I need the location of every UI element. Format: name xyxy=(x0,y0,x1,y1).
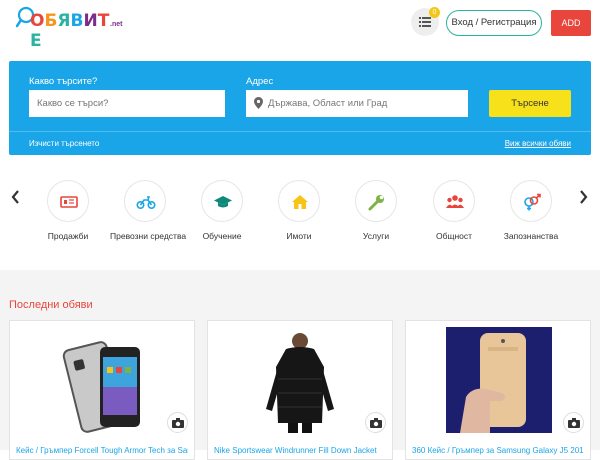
category-icon-wrap xyxy=(355,180,397,222)
listing-title[interactable]: Nike Sportswear Windrunner Fill Down Jac… xyxy=(214,446,386,455)
listing-image xyxy=(50,327,156,433)
panel-divider xyxy=(9,131,591,132)
login-register-button[interactable]: Вход / Регистрация xyxy=(446,10,542,36)
phone-case-photo[interactable] xyxy=(50,327,156,433)
category-community[interactable]: Общност xyxy=(419,180,489,241)
category-dating[interactable]: Запознанства xyxy=(496,180,566,241)
categories-next-arrow[interactable] xyxy=(579,190,588,209)
category-vehicles[interactable]: Превозни средства xyxy=(110,180,187,241)
camera-icon xyxy=(370,418,382,428)
what-search-input[interactable] xyxy=(29,90,225,117)
category-label: Имоти xyxy=(286,231,312,241)
category-icon-wrap xyxy=(433,180,475,222)
logo-text: ОБЯВИТ Е xyxy=(30,11,116,51)
listing-card[interactable]: Nike Sportswear Windrunner Fill Down Jac… xyxy=(207,320,393,460)
search-button[interactable]: Търсене xyxy=(489,90,571,117)
house-icon xyxy=(292,195,308,209)
address-input[interactable]: Държава, Област или Град xyxy=(246,90,468,117)
logo-letter: В xyxy=(70,11,84,31)
category-education[interactable]: Обучение xyxy=(187,180,257,241)
sale-tag-icon xyxy=(60,196,78,208)
listing-image xyxy=(446,327,552,433)
category-label: Превозни средства xyxy=(110,231,187,241)
category-icon-wrap xyxy=(510,180,552,222)
listing-image xyxy=(258,327,342,433)
people-icon xyxy=(446,195,464,208)
category-label: Обучение xyxy=(202,231,242,241)
category-label: Услуги xyxy=(362,231,390,241)
listing-title[interactable]: 360 Кейс / Гръмпер за Samsung Galaxy J5 … xyxy=(412,446,584,455)
address-label: Адрес xyxy=(246,76,274,87)
address-placeholder: Държава, Област или Град xyxy=(268,98,388,109)
listings-count-badge: 0 xyxy=(429,7,440,18)
add-listing-button[interactable]: ADD xyxy=(551,10,591,36)
listing-card[interactable]: Кейс / Гръмпер Forcell Tough Armor Tech … xyxy=(9,320,195,460)
black-jacket-photo[interactable] xyxy=(258,327,342,433)
camera-icon xyxy=(172,418,184,428)
logo-letter: Е xyxy=(30,31,42,51)
logo-letter: Б xyxy=(44,11,58,31)
motorcycle-icon xyxy=(136,196,156,210)
category-label: Общност xyxy=(435,231,473,241)
gender-icon xyxy=(524,193,541,211)
listing-card[interactable]: 360 Кейс / Гръмпер за Samsung Galaxy J5 … xyxy=(405,320,591,460)
view-all-listings-link[interactable]: Виж всички обяви xyxy=(505,139,571,148)
photo-gallery-button[interactable] xyxy=(563,412,584,433)
header: ОБЯВИТ Е .net 0 Вход / Регистрация ADD xyxy=(0,0,600,51)
chevron-left-icon xyxy=(11,190,19,204)
categories-prev-arrow[interactable] xyxy=(11,190,20,209)
what-label: Какво търсите? xyxy=(29,76,98,87)
camera-icon xyxy=(568,418,580,428)
category-icon-wrap xyxy=(278,180,320,222)
category-real-estate[interactable]: Имоти xyxy=(264,180,334,241)
location-pin-icon xyxy=(254,97,263,109)
category-icon-wrap xyxy=(201,180,243,222)
photo-gallery-button[interactable] xyxy=(167,412,188,433)
listing-title[interactable]: Кейс / Гръмпер Forcell Tough Armor Tech … xyxy=(16,446,188,455)
wrench-icon xyxy=(368,195,384,211)
clear-search-link[interactable]: Изчисти търсенето xyxy=(29,139,99,148)
category-sales[interactable]: Продажби xyxy=(33,180,103,241)
chevron-right-icon xyxy=(580,190,588,204)
site-logo[interactable]: ОБЯВИТ Е .net xyxy=(16,6,122,51)
logo-letter: Я xyxy=(57,11,71,31)
latest-listings-title: Последни обяви xyxy=(9,299,93,311)
gold-phone-case-photo[interactable] xyxy=(446,327,552,433)
logo-letter: О xyxy=(30,11,45,31)
category-icon-wrap xyxy=(47,180,89,222)
photo-gallery-button[interactable] xyxy=(365,412,386,433)
list-icon xyxy=(419,17,431,27)
category-services[interactable]: Услуги xyxy=(341,180,411,241)
graduation-cap-icon xyxy=(214,196,232,208)
category-label: Продажби xyxy=(47,231,89,241)
category-label: Запознанства xyxy=(503,231,559,241)
logo-suffix: .net xyxy=(110,21,123,28)
search-panel: Какво търсите? Адрес Държава, Област или… xyxy=(9,61,591,155)
logo-letter: Т xyxy=(97,11,110,31)
logo-letter: И xyxy=(83,11,98,31)
category-icon-wrap xyxy=(124,180,166,222)
